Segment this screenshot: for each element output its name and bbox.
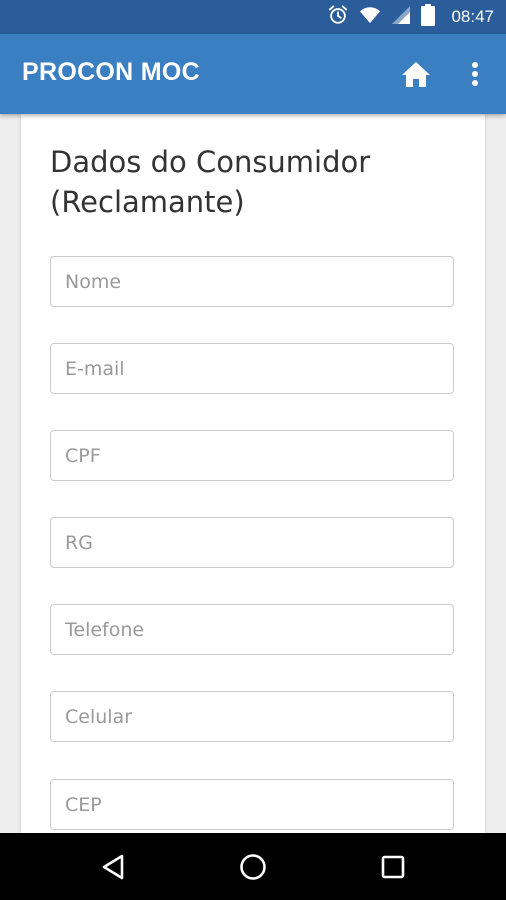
- alarm-icon: [327, 4, 349, 30]
- more-vert-icon: [472, 62, 478, 86]
- signal-icon: [391, 5, 411, 29]
- content-scroll-area[interactable]: Dados do Consumidor (Reclamante): [0, 114, 506, 833]
- nav-home-button[interactable]: [233, 847, 273, 887]
- status-bar: 08:47: [0, 0, 506, 34]
- form-title: Dados do Consumidor (Reclamante): [50, 145, 371, 219]
- home-icon: [402, 61, 430, 87]
- cep-field[interactable]: [50, 779, 454, 830]
- recents-button[interactable]: [373, 847, 413, 887]
- rg-field[interactable]: [50, 517, 454, 568]
- wifi-icon: [359, 5, 381, 29]
- back-button[interactable]: [93, 847, 133, 887]
- more-options-button[interactable]: [462, 56, 488, 92]
- system-nav-bar: [0, 833, 506, 900]
- celular-field[interactable]: [50, 691, 454, 742]
- recents-icon: [381, 855, 405, 879]
- form-card: Dados do Consumidor (Reclamante): [21, 114, 485, 833]
- back-icon: [102, 854, 124, 880]
- app-title: PROCON MOC: [22, 58, 200, 86]
- telefone-field[interactable]: [50, 604, 454, 655]
- cpf-field[interactable]: [50, 430, 454, 481]
- nome-field[interactable]: [50, 256, 454, 307]
- email-field[interactable]: [50, 343, 454, 394]
- home-circle-icon: [240, 854, 266, 880]
- status-time: 08:47: [451, 7, 494, 26]
- app-bar: PROCON MOC: [0, 34, 506, 114]
- status-icons: 08:47: [327, 0, 494, 34]
- battery-icon: [421, 4, 436, 30]
- home-button[interactable]: [398, 58, 434, 90]
